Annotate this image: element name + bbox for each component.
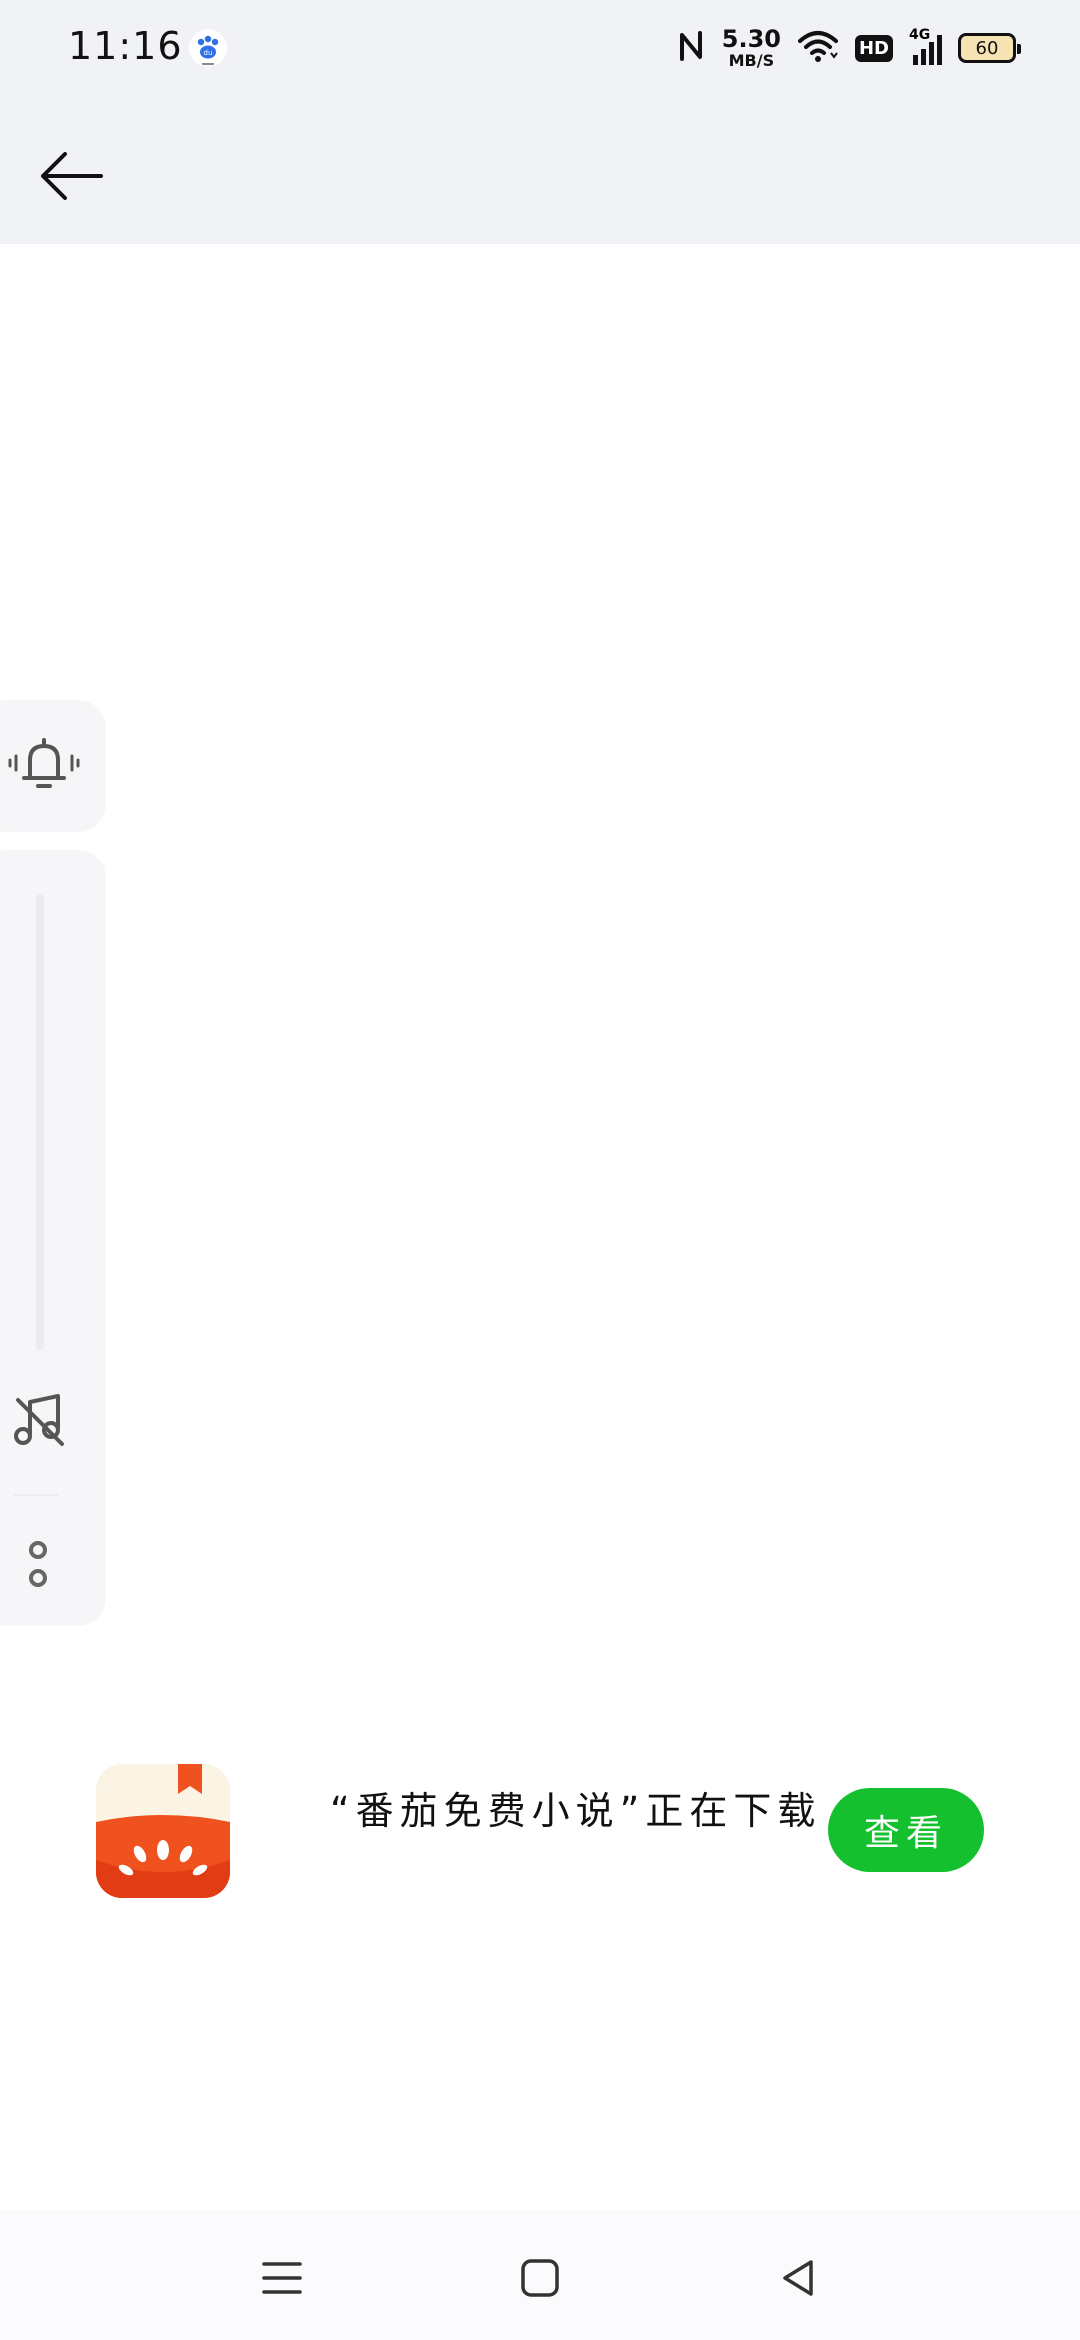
hd-icon: HD	[854, 34, 893, 62]
download-message: “番茄免费小说”正在下载	[330, 1789, 822, 1833]
battery-level: 60	[975, 37, 999, 59]
nfc-icon	[676, 29, 706, 67]
bell-icon	[8, 738, 80, 788]
net-speed-unit: MB/S	[728, 51, 775, 70]
baidu-app-icon: du	[188, 28, 228, 68]
home-button[interactable]	[510, 2248, 570, 2308]
net-speed-value: 5.30	[721, 25, 781, 53]
wifi-icon	[797, 29, 839, 67]
signal-icon: 4G	[909, 27, 942, 65]
view-button[interactable]: 查看	[828, 1788, 984, 1872]
status-bar: 11:16 du 5.30 MB/S HD 4G 60	[0, 0, 1080, 96]
music-off-icon	[14, 1394, 64, 1446]
menu-icon	[262, 2262, 302, 2294]
panel-divider	[14, 1494, 58, 1496]
signal-label: 4G	[909, 27, 931, 43]
media-volume-button[interactable]	[10, 1390, 70, 1450]
net-speed: 5.30 MB/S	[722, 27, 781, 69]
recent-apps-button[interactable]	[252, 2248, 312, 2308]
arrow-left-icon	[41, 152, 103, 200]
status-time: 11:16	[68, 24, 183, 68]
more-dots-icon	[29, 1541, 47, 1587]
back-button[interactable]	[30, 136, 110, 216]
home-icon	[521, 2259, 559, 2297]
back-nav-button[interactable]	[768, 2248, 828, 2308]
back-triangle-icon	[783, 2260, 813, 2296]
ringer-mode-button[interactable]	[0, 700, 106, 832]
tomato-novel-app-icon	[96, 1764, 230, 1898]
volume-panel	[0, 850, 106, 1626]
navigation-bar	[0, 2210, 1080, 2340]
status-right-group: 5.30 MB/S HD 4G 60	[676, 22, 1021, 74]
svg-text:du: du	[204, 49, 213, 57]
more-options-button[interactable]	[26, 1540, 50, 1590]
top-area: 11:16 du 5.30 MB/S HD 4G 60	[0, 0, 1080, 244]
download-notification: “番茄免费小说”正在下载 查看	[60, 1740, 1020, 1920]
battery-icon: 60	[958, 33, 1021, 63]
volume-slider[interactable]	[36, 894, 44, 1350]
